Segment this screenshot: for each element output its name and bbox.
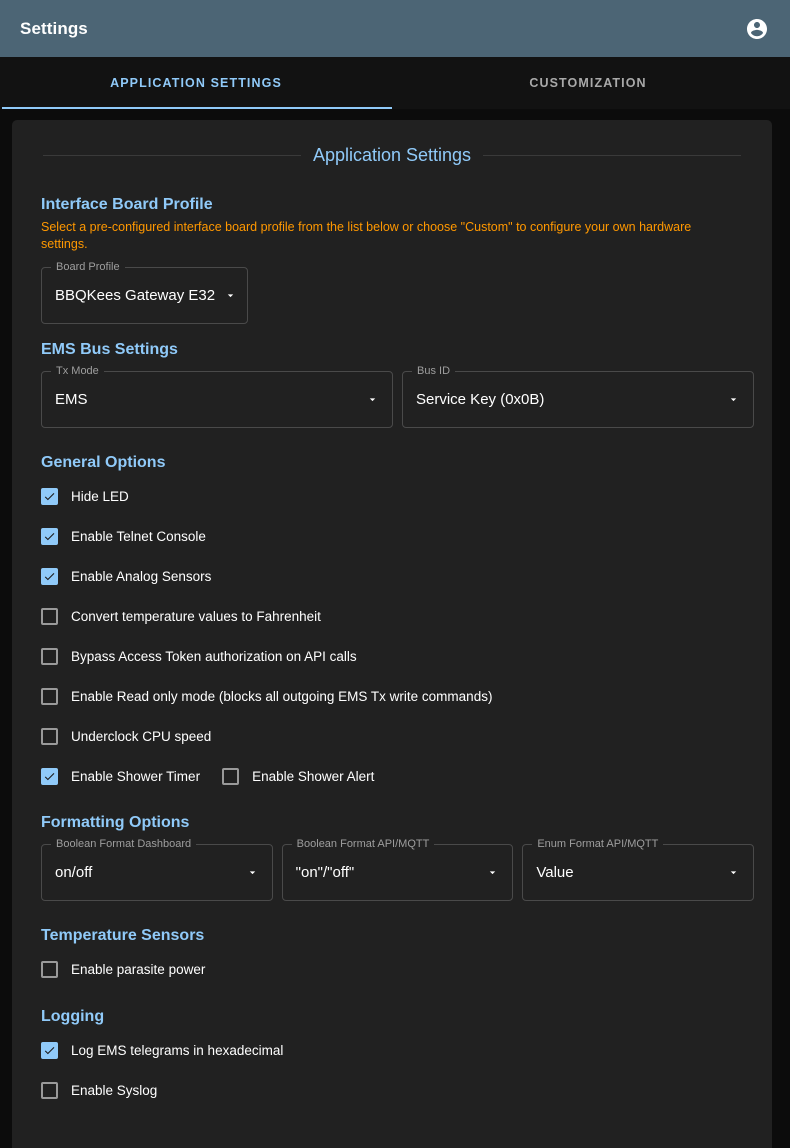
boolean-format-dashboard-label: Boolean Format Dashboard: [51, 838, 196, 850]
checkbox-row: Enable Read only mode (blocks all outgoi…: [30, 683, 754, 710]
heading-temperature-sensors: Temperature Sensors: [30, 927, 754, 945]
checkbox-enable-shower-timer[interactable]: Enable Shower Timer: [41, 768, 200, 785]
checkbox-enable-telnet-console[interactable]: Enable Telnet Console: [41, 528, 206, 545]
checkbox-enable-read-only-mode[interactable]: Enable Read only mode (blocks all outgoi…: [41, 688, 492, 705]
checkbox-hide-led[interactable]: Hide LED: [41, 488, 129, 505]
chevron-down-icon: [224, 289, 237, 302]
board-profile-value: BBQKees Gateway E32: [55, 287, 215, 304]
account-circle-button[interactable]: [740, 12, 774, 46]
heading-logging: Logging: [30, 1008, 754, 1026]
tab-customization[interactable]: CUSTOMIZATION: [392, 57, 784, 109]
heading-interface-board-profile: Interface Board Profile: [30, 196, 754, 214]
boolean-format-api-mqtt-value: "on"/"off": [296, 864, 355, 881]
checkbox-row-shower: Enable Shower Timer Enable Shower Alert: [30, 763, 754, 790]
checkbox-row: Enable Syslog: [30, 1077, 754, 1104]
bus-id-label: Bus ID: [412, 365, 455, 377]
chevron-down-icon: [354, 393, 379, 406]
enum-format-api-mqtt-select[interactable]: Enum Format API/MQTT Value: [522, 844, 754, 901]
checkbox-unchecked-icon: [222, 768, 239, 785]
boolean-format-api-mqtt-label: Boolean Format API/MQTT: [292, 838, 435, 850]
bus-id-select[interactable]: Bus ID Service Key (0x0B): [402, 371, 754, 428]
checkbox-unchecked-icon: [41, 608, 58, 625]
chevron-down-icon: [715, 866, 740, 879]
checkbox-checked-icon: [41, 768, 58, 785]
checkbox-label: Enable Analog Sensors: [71, 569, 211, 584]
divider-left: [43, 155, 301, 156]
chevron-down-icon: [234, 866, 259, 879]
interface-board-profile-description: Select a pre-configured interface board …: [30, 219, 736, 253]
checkbox-row: Log EMS telegrams in hexadecimal: [30, 1037, 754, 1064]
application-settings-heading: Application Settings: [313, 145, 471, 166]
checkbox-checked-icon: [41, 528, 58, 545]
checkbox-row: Bypass Access Token authorization on API…: [30, 643, 754, 670]
boolean-format-dashboard-value: on/off: [55, 864, 92, 881]
chevron-down-icon: [715, 393, 740, 406]
checkbox-row: Enable parasite power: [30, 956, 754, 983]
checkbox-row: Hide LED: [30, 483, 754, 510]
account-circle-icon: [745, 17, 769, 41]
checkbox-checked-icon: [41, 488, 58, 505]
checkbox-label: Log EMS telegrams in hexadecimal: [71, 1043, 283, 1058]
heading-ems-bus-settings: EMS Bus Settings: [30, 341, 754, 359]
checkbox-convert-temperature-fahrenheit[interactable]: Convert temperature values to Fahrenheit: [41, 608, 321, 625]
tx-mode-label: Tx Mode: [51, 365, 104, 377]
checkbox-label: Enable Telnet Console: [71, 529, 206, 544]
checkbox-enable-parasite-power[interactable]: Enable parasite power: [41, 961, 205, 978]
checkbox-label: Convert temperature values to Fahrenheit: [71, 609, 321, 624]
board-profile-select[interactable]: Board Profile BBQKees Gateway E32: [41, 267, 248, 324]
checkbox-bypass-access-token[interactable]: Bypass Access Token authorization on API…: [41, 648, 357, 665]
settings-card: Application Settings Interface Board Pro…: [12, 120, 772, 1148]
checkbox-unchecked-icon: [41, 728, 58, 745]
page-title: Settings: [20, 19, 740, 39]
checkbox-enable-analog-sensors[interactable]: Enable Analog Sensors: [41, 568, 211, 585]
divider-right: [483, 155, 741, 156]
checkbox-label: Enable Shower Alert: [252, 769, 374, 784]
checkbox-checked-icon: [41, 1042, 58, 1059]
checkbox-label: Enable Read only mode (blocks all outgoi…: [71, 689, 492, 704]
tab-application-settings-label: APPLICATION SETTINGS: [110, 76, 282, 90]
checkbox-row: Underclock CPU speed: [30, 723, 754, 750]
enum-format-api-mqtt-label: Enum Format API/MQTT: [532, 838, 663, 850]
checkbox-enable-shower-alert[interactable]: Enable Shower Alert: [222, 768, 374, 785]
checkbox-label: Enable Syslog: [71, 1083, 157, 1098]
bus-id-value: Service Key (0x0B): [416, 391, 544, 408]
checkbox-label: Enable parasite power: [71, 962, 205, 977]
checkbox-row: Enable Telnet Console: [30, 523, 754, 550]
section-divider-heading: Application Settings: [30, 120, 754, 166]
checkbox-label: Bypass Access Token authorization on API…: [71, 649, 357, 664]
checkbox-unchecked-icon: [41, 1082, 58, 1099]
tab-bar: APPLICATION SETTINGS CUSTOMIZATION: [0, 57, 790, 109]
checkbox-unchecked-icon: [41, 961, 58, 978]
heading-general-options: General Options: [30, 454, 754, 472]
chevron-down-icon: [474, 866, 499, 879]
boolean-format-api-mqtt-select[interactable]: Boolean Format API/MQTT "on"/"off": [282, 844, 514, 901]
checkbox-enable-syslog[interactable]: Enable Syslog: [41, 1082, 157, 1099]
checkbox-row: Enable Analog Sensors: [30, 563, 754, 590]
board-profile-label: Board Profile: [51, 261, 125, 273]
checkbox-unchecked-icon: [41, 688, 58, 705]
enum-format-api-mqtt-value: Value: [536, 864, 573, 881]
tab-application-settings[interactable]: APPLICATION SETTINGS: [0, 57, 392, 109]
checkbox-checked-icon: [41, 568, 58, 585]
checkbox-unchecked-icon: [41, 648, 58, 665]
heading-formatting-options: Formatting Options: [30, 814, 754, 832]
checkbox-log-ems-telegrams-hex[interactable]: Log EMS telegrams in hexadecimal: [41, 1042, 283, 1059]
checkbox-underclock-cpu-speed[interactable]: Underclock CPU speed: [41, 728, 211, 745]
page-body: Application Settings Interface Board Pro…: [0, 109, 790, 1148]
tx-mode-value: EMS: [55, 391, 88, 408]
tx-mode-select[interactable]: Tx Mode EMS: [41, 371, 393, 428]
app-bar: Settings: [0, 0, 790, 57]
checkbox-label: Hide LED: [71, 489, 129, 504]
checkbox-label: Enable Shower Timer: [71, 769, 200, 784]
checkbox-label: Underclock CPU speed: [71, 729, 211, 744]
tab-customization-label: CUSTOMIZATION: [529, 76, 646, 90]
checkbox-row: Convert temperature values to Fahrenheit: [30, 603, 754, 630]
boolean-format-dashboard-select[interactable]: Boolean Format Dashboard on/off: [41, 844, 273, 901]
